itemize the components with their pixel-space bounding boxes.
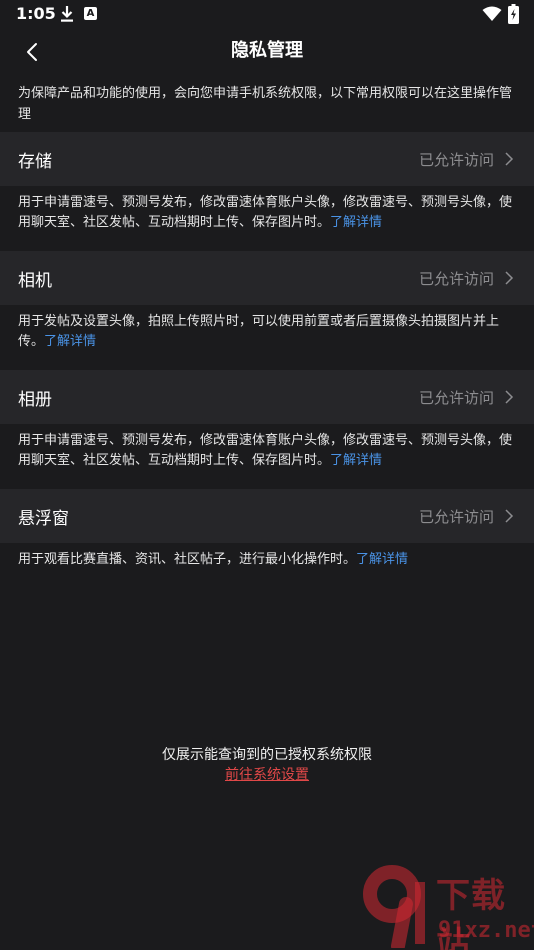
page-title: 隐私管理 xyxy=(231,40,303,61)
learn-more-link[interactable]: 了解详情 xyxy=(44,334,96,349)
permission-row-camera[interactable]: 相机 已允许访问 xyxy=(0,251,534,305)
watermark-logo-icon xyxy=(363,865,425,948)
system-settings-link[interactable]: 前往系统设置 xyxy=(225,767,309,783)
status-time: 1:05 xyxy=(16,4,56,23)
system-settings-link-wrapper: 前往系统设置 xyxy=(0,764,534,784)
permission-description-album: 用于申请雷速号、预测号发布，修改雷速体育账户头像，修改雷速号、预测号头像，使用聊… xyxy=(0,424,534,471)
permission-status: 已允许访问 xyxy=(418,388,494,407)
permission-description-storage: 用于申请雷速号、预测号发布，修改雷速体育账户头像，修改雷速号、预测号头像，使用聊… xyxy=(0,186,534,233)
app-notification-icon: A xyxy=(84,7,97,20)
learn-more-link[interactable]: 了解详情 xyxy=(356,552,408,567)
chevron-right-icon xyxy=(505,152,514,166)
status-bar: 1:05 A xyxy=(0,0,534,28)
watermark: 下载站 91xz.net xyxy=(362,862,534,950)
permission-description-text: 用于申请雷速号、预测号发布，修改雷速体育账户头像，修改雷速号、预测号头像，使用聊… xyxy=(18,433,513,468)
permission-row-album[interactable]: 相册 已允许访问 xyxy=(0,370,534,424)
intro-text: 为保障产品和功能的使用，会向您申请手机系统权限，以下常用权限可以在这里操作管理 xyxy=(0,78,534,132)
permission-name: 悬浮窗 xyxy=(18,508,69,529)
permission-description-text: 用于观看比赛直播、资讯、社区帖子，进行最小化操作时。 xyxy=(18,552,357,567)
wifi-icon xyxy=(482,6,502,21)
permission-status: 已允许访问 xyxy=(418,150,494,169)
footer-note: 仅展示能查询到的已授权系统权限 xyxy=(162,747,372,763)
permission-description-floating-window: 用于观看比赛直播、资讯、社区帖子，进行最小化操作时。了解详情 xyxy=(0,543,534,570)
permission-name: 存储 xyxy=(18,151,52,172)
permission-name: 相册 xyxy=(18,389,52,410)
permission-row-storage[interactable]: 存储 已允许访问 xyxy=(0,132,534,186)
chevron-right-icon xyxy=(505,390,514,404)
chevron-right-icon xyxy=(505,509,514,523)
permission-description-camera: 用于发帖及设置头像，拍照上传照片时，可以使用前置或者后置摄像头拍摄图片并上传。了… xyxy=(0,305,534,352)
learn-more-link[interactable]: 了解详情 xyxy=(330,453,382,468)
permission-name: 相机 xyxy=(18,270,52,291)
download-icon xyxy=(61,6,73,22)
permission-row-floating-window[interactable]: 悬浮窗 已允许访问 xyxy=(0,489,534,543)
chevron-right-icon xyxy=(505,271,514,285)
permission-status: 已允许访问 xyxy=(418,507,494,526)
battery-charging-icon xyxy=(508,4,519,24)
back-button[interactable] xyxy=(14,34,50,70)
permission-description-text: 用于申请雷速号、预测号发布，修改雷速体育账户头像，修改雷速号、预测号头像，使用聊… xyxy=(18,195,513,230)
permission-status: 已允许访问 xyxy=(418,269,494,288)
app-header: 隐私管理 xyxy=(0,28,534,74)
chevron-left-icon xyxy=(27,43,37,61)
watermark-domain: 91xz.net xyxy=(438,918,534,943)
learn-more-link[interactable]: 了解详情 xyxy=(330,215,382,230)
privacy-management-screen: 1:05 A 隐私管理 为保障产品和功能的使用，会向您申请手机系统权限，以下常用… xyxy=(0,0,534,950)
